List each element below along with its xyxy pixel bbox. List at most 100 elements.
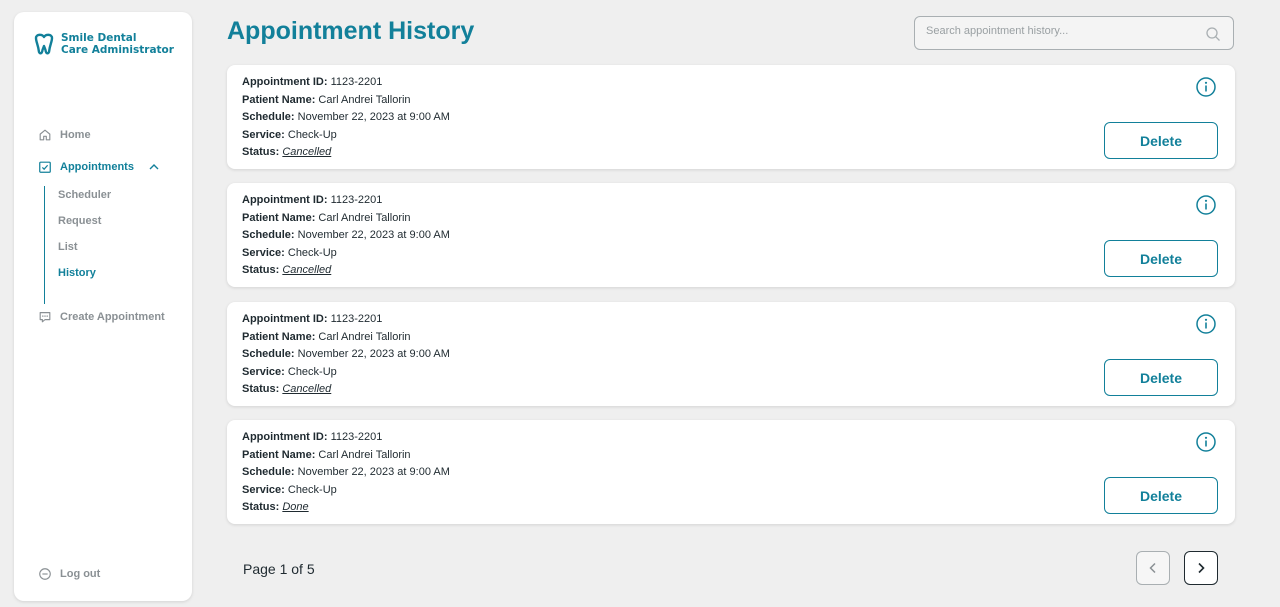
patient-name-label: Patient Name: xyxy=(242,330,316,343)
search-box[interactable] xyxy=(914,16,1234,50)
schedule-row: Schedule: November 22, 2023 at 9:00 AM xyxy=(242,109,450,127)
info-icon[interactable] xyxy=(1195,313,1217,335)
sidebar-subitem-list[interactable]: List xyxy=(58,241,78,253)
status-row: Status: Cancelled xyxy=(242,262,450,280)
pagination-text: Page 1 of 5 xyxy=(243,561,315,577)
info-icon[interactable] xyxy=(1195,431,1217,453)
status-label: Status: xyxy=(242,264,280,276)
sidebar-subitem-history[interactable]: History xyxy=(58,267,96,279)
patient-name-row: Patient Name: Carl Andrei Tallorin xyxy=(242,210,450,228)
appointment-id-value: 1123-2201 xyxy=(330,431,383,443)
service-value: Check-Up xyxy=(287,365,337,378)
status-label: Status: xyxy=(242,146,280,158)
schedule-value: November 22, 2023 at 9:00 AM xyxy=(297,466,450,478)
appointment-id-row: Appointment ID: 1123-2201 xyxy=(242,74,450,92)
patient-name-label: Patient Name: xyxy=(242,93,316,106)
service-label: Service: xyxy=(242,365,285,378)
schedule-row: Schedule: November 22, 2023 at 9:00 AM xyxy=(242,346,450,364)
service-value: Check-Up xyxy=(287,483,337,496)
schedule-row: Schedule: November 22, 2023 at 9:00 AM xyxy=(242,464,450,482)
appointment-id-label: Appointment ID: xyxy=(242,431,328,443)
appointment-id-label: Appointment ID: xyxy=(242,313,328,325)
status-label: Status: xyxy=(242,383,280,395)
appointment-card: Appointment ID: 1123-2201 Patient Name: … xyxy=(227,420,1235,524)
appointment-details: Appointment ID: 1123-2201 Patient Name: … xyxy=(242,74,450,162)
sidebar-subitem-request[interactable]: Request xyxy=(58,215,101,227)
status-row: Status: Cancelled xyxy=(242,381,450,399)
chat-plus-icon xyxy=(39,312,51,323)
schedule-value: November 22, 2023 at 9:00 AM xyxy=(297,229,450,241)
service-value: Check-Up xyxy=(287,128,337,141)
patient-name-value: Carl Andrei Tallorin xyxy=(318,93,411,106)
schedule-label: Schedule: xyxy=(242,348,295,360)
appointment-id-row: Appointment ID: 1123-2201 xyxy=(242,192,450,210)
sidebar-item-label: Appointments xyxy=(60,161,134,173)
sidebar: Smile Dental Care Administrator Home App… xyxy=(14,12,192,601)
appointment-card: Appointment ID: 1123-2201 Patient Name: … xyxy=(227,183,1235,287)
sidebar-item-label: Create Appointment xyxy=(60,311,165,323)
schedule-row: Schedule: November 22, 2023 at 9:00 AM xyxy=(242,227,450,245)
sidebar-item-appointments[interactable]: Appointments xyxy=(38,160,168,174)
info-icon[interactable] xyxy=(1195,76,1217,98)
appointment-id-value: 1123-2201 xyxy=(330,313,383,325)
sidebar-item-logout[interactable]: Log out xyxy=(38,567,100,581)
search-input[interactable] xyxy=(926,25,1196,37)
delete-button[interactable]: Delete xyxy=(1104,240,1218,277)
service-value: Check-Up xyxy=(287,246,337,259)
brand-line-2: Care Administrator xyxy=(61,44,174,56)
tooth-logo-icon xyxy=(34,33,54,55)
patient-name-value: Carl Andrei Tallorin xyxy=(318,448,411,461)
appointment-card: Appointment ID: 1123-2201 Patient Name: … xyxy=(227,302,1235,406)
page-title: Appointment History xyxy=(227,17,475,45)
status-row: Status: Cancelled xyxy=(242,144,450,162)
schedule-value: November 22, 2023 at 9:00 AM xyxy=(297,348,450,360)
appointment-details: Appointment ID: 1123-2201 Patient Name: … xyxy=(242,311,450,399)
logout-icon xyxy=(39,568,51,580)
patient-name-row: Patient Name: Carl Andrei Tallorin xyxy=(242,329,450,347)
appointment-id-label: Appointment ID: xyxy=(242,194,328,206)
status-value: Cancelled xyxy=(282,383,332,395)
service-row: Service: Check-Up xyxy=(242,245,450,263)
patient-name-value: Carl Andrei Tallorin xyxy=(318,211,411,224)
sidebar-item-home[interactable]: Home xyxy=(38,128,91,142)
sidebar-item-create-appointment[interactable]: Create Appointment xyxy=(38,310,165,324)
previous-page-button[interactable] xyxy=(1136,551,1170,585)
brand-name: Smile Dental Care Administrator xyxy=(61,32,174,56)
service-label: Service: xyxy=(242,246,285,259)
appointment-details: Appointment ID: 1123-2201 Patient Name: … xyxy=(242,429,450,517)
service-row: Service: Check-Up xyxy=(242,127,450,145)
appointment-id-row: Appointment ID: 1123-2201 xyxy=(242,429,450,447)
delete-button[interactable]: Delete xyxy=(1104,122,1218,159)
status-value: Done xyxy=(282,501,309,513)
chevron-up-icon[interactable] xyxy=(148,161,160,173)
appointment-id-label: Appointment ID: xyxy=(242,76,328,88)
patient-name-label: Patient Name: xyxy=(242,211,316,224)
delete-button[interactable]: Delete xyxy=(1104,359,1218,396)
status-row: Status: Done xyxy=(242,499,450,517)
chevron-right-icon xyxy=(1198,562,1205,574)
sidebar-subitem-scheduler[interactable]: Scheduler xyxy=(58,189,111,201)
schedule-label: Schedule: xyxy=(242,466,295,478)
service-row: Service: Check-Up xyxy=(242,482,450,500)
delete-button[interactable]: Delete xyxy=(1104,477,1218,514)
brand-line-1: Smile Dental xyxy=(61,32,137,44)
schedule-label: Schedule: xyxy=(242,229,295,241)
info-icon[interactable] xyxy=(1195,194,1217,216)
schedule-label: Schedule: xyxy=(242,111,295,123)
service-label: Service: xyxy=(242,483,285,496)
appointment-id-value: 1123-2201 xyxy=(330,76,383,88)
patient-name-row: Patient Name: Carl Andrei Tallorin xyxy=(242,447,450,465)
appointment-details: Appointment ID: 1123-2201 Patient Name: … xyxy=(242,192,450,280)
chevron-left-icon xyxy=(1149,562,1156,574)
appointment-id-row: Appointment ID: 1123-2201 xyxy=(242,311,450,329)
service-label: Service: xyxy=(242,128,285,141)
appointment-card: Appointment ID: 1123-2201 Patient Name: … xyxy=(227,65,1235,169)
brand-logo[interactable]: Smile Dental Care Administrator xyxy=(32,32,174,56)
service-row: Service: Check-Up xyxy=(242,364,450,382)
sidebar-item-label: Log out xyxy=(60,568,101,580)
patient-name-label: Patient Name: xyxy=(242,448,316,461)
appointments-subnav: Scheduler Request List History xyxy=(44,186,111,304)
calendar-check-icon xyxy=(39,161,51,173)
next-page-button[interactable] xyxy=(1184,551,1218,585)
search-icon[interactable] xyxy=(1205,26,1221,42)
